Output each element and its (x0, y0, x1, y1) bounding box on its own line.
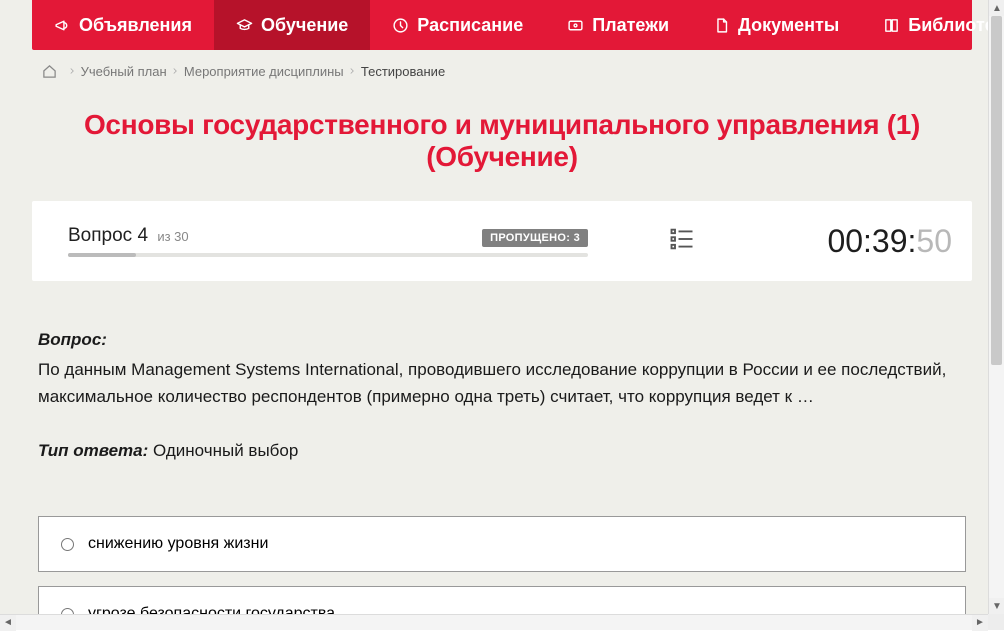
clock-icon (392, 17, 409, 34)
main-nav: Объявления Обучение Расписание Платежи Докум… (32, 0, 972, 50)
vertical-scrollbar[interactable]: ▲ ▼ (988, 0, 1004, 614)
status-panel: Вопрос 4 из 30 ПРОПУЩЕНО: 3 (32, 201, 972, 281)
question-prompt-text: По данным Management Systems Internation… (38, 357, 966, 410)
answer-option-label: угрозе безопасности государства (88, 605, 335, 614)
answer-option-label: снижению уровня жизни (88, 535, 268, 553)
question-list-icon[interactable] (668, 225, 696, 258)
horizontal-scrollbar[interactable]: ◄ ► (0, 614, 988, 630)
timer: 00:39:50 (827, 223, 952, 260)
document-icon (713, 17, 730, 34)
chevron-right-icon (67, 64, 81, 79)
nav-tab-Документы[interactable]: Документы (691, 0, 861, 50)
question-body: Вопрос: По данным Management Systems Int… (32, 281, 972, 464)
page-title: Основы государственного и муниципального… (32, 93, 972, 201)
scroll-down-arrow[interactable]: ▼ (989, 598, 1004, 614)
home-icon[interactable] (42, 64, 57, 79)
nav-tab-label: Документы (738, 15, 839, 36)
answer-option[interactable]: снижению уровня жизни (38, 516, 966, 572)
progress-bar (68, 253, 588, 257)
answer-type: Тип ответа: Одиночный выбор (38, 438, 966, 464)
nav-tab-label: Объявления (79, 15, 192, 36)
radio-icon (61, 538, 74, 551)
breadcrumb-item[interactable]: Мероприятие дисциплины (184, 64, 344, 79)
megaphone-icon (54, 17, 71, 34)
nav-tab-Объявления[interactable]: Объявления (32, 0, 214, 50)
nav-tab-label: Платежи (592, 15, 669, 36)
scroll-up-arrow[interactable]: ▲ (989, 0, 1004, 16)
nav-tab-Обучение[interactable]: Обучение (214, 0, 370, 50)
breadcrumb-item[interactable]: Учебный план (81, 64, 167, 79)
question-number-label: Вопрос 4 (68, 225, 153, 246)
question-prompt-label: Вопрос: (38, 330, 107, 349)
answer-list: снижению уровня жизни угрозе безопасности… (32, 516, 972, 614)
breadcrumb-item: Тестирование (361, 64, 445, 79)
nav-tab-Платежи[interactable]: Платежи (545, 0, 691, 50)
nav-tab-Библиотека[interactable]: Библиотека (861, 0, 1004, 50)
scroll-right-arrow[interactable]: ► (972, 615, 988, 631)
breadcrumb: Учебный план Мероприятие дисциплины Тест… (32, 50, 972, 93)
nav-tab-label: Обучение (261, 15, 348, 36)
skipped-badge: ПРОПУЩЕНО: 3 (482, 229, 588, 247)
payment-icon (567, 17, 584, 34)
book-icon (883, 17, 900, 34)
graduation-icon (236, 17, 253, 34)
nav-tab-Расписание[interactable]: Расписание (370, 0, 545, 50)
answer-option[interactable]: угрозе безопасности государства (38, 586, 966, 614)
chevron-right-icon (167, 64, 184, 79)
chevron-right-icon (344, 64, 361, 79)
scroll-left-arrow[interactable]: ◄ (0, 615, 16, 631)
question-total: из 30 (157, 229, 188, 244)
nav-tab-label: Расписание (417, 15, 523, 36)
